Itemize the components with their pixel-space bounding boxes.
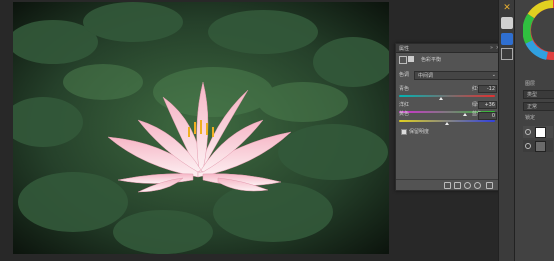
slider-magenta-label: 洋红	[399, 102, 410, 108]
color-wheel-icon[interactable]	[523, 0, 554, 60]
slider-yellow-label: 黄色	[399, 111, 410, 117]
mask-icon	[408, 56, 414, 62]
layer-label: 色彩平衡	[421, 57, 442, 63]
visibility-icon[interactable]	[474, 182, 481, 189]
tool-strip: ✕	[498, 0, 515, 261]
tone-value: 中间调	[418, 73, 434, 79]
layer-row[interactable]	[523, 140, 553, 152]
collapse-icon[interactable]: »	[490, 45, 493, 51]
layer-thumbnail	[535, 141, 546, 152]
panel-titlebar[interactable]: 属性 » ×	[396, 44, 502, 53]
properties-icon[interactable]	[501, 33, 513, 45]
chevron-down-icon: ⌄	[491, 72, 496, 78]
layers-panel: 图层 类型 正常 锁定	[514, 0, 554, 261]
magenta-green-thumb[interactable]	[463, 113, 467, 116]
tone-row: 色调 中间调 ⌄	[399, 71, 499, 80]
preserve-luminosity-label: 保留明度	[409, 129, 430, 135]
eye-icon[interactable]	[525, 143, 531, 149]
cyan-red-thumb[interactable]	[439, 97, 443, 100]
tone-select[interactable]: 中间调 ⌄	[414, 71, 499, 80]
view-previous-icon[interactable]	[454, 182, 461, 189]
swatch-icon[interactable]	[501, 17, 513, 29]
cyan-red-slider[interactable]	[399, 95, 495, 97]
magenta-green-value[interactable]: +36	[478, 101, 497, 109]
kind-label: 类型	[527, 92, 538, 98]
eye-icon[interactable]	[525, 129, 531, 135]
slider-cyan-label: 青色	[399, 86, 410, 92]
tone-label: 色调	[399, 72, 410, 78]
layer-row[interactable]	[523, 126, 553, 138]
layer-header: 色彩平衡	[399, 56, 499, 64]
close-icon[interactable]: ✕	[501, 2, 513, 14]
preserve-luminosity-checkbox[interactable]	[401, 129, 407, 135]
kind-filter[interactable]: 类型	[523, 90, 554, 99]
lock-label: 锁定	[525, 115, 536, 121]
lotus-photo	[13, 2, 389, 254]
clip-icon[interactable]	[444, 182, 451, 189]
properties-panel: 属性 » × 色彩平衡 色调 中间调 ⌄ 青色 红色 -12 洋红 绿色 +36…	[395, 43, 503, 191]
grid-icon[interactable]	[501, 48, 513, 60]
blend-mode-label: 正常	[527, 104, 538, 110]
blend-mode-select[interactable]: 正常	[523, 102, 554, 111]
trash-icon[interactable]	[486, 182, 493, 189]
reset-icon[interactable]	[464, 182, 471, 189]
layers-tab[interactable]: 图层	[525, 80, 535, 87]
yellow-blue-value[interactable]: 0	[478, 112, 497, 120]
adjustment-icon	[399, 56, 407, 64]
panel-title: 属性	[399, 46, 410, 52]
layer-thumbnail	[535, 127, 546, 138]
cyan-red-value[interactable]: -12	[478, 85, 497, 93]
panel-footer	[396, 179, 502, 190]
yellow-blue-thumb[interactable]	[445, 122, 449, 125]
